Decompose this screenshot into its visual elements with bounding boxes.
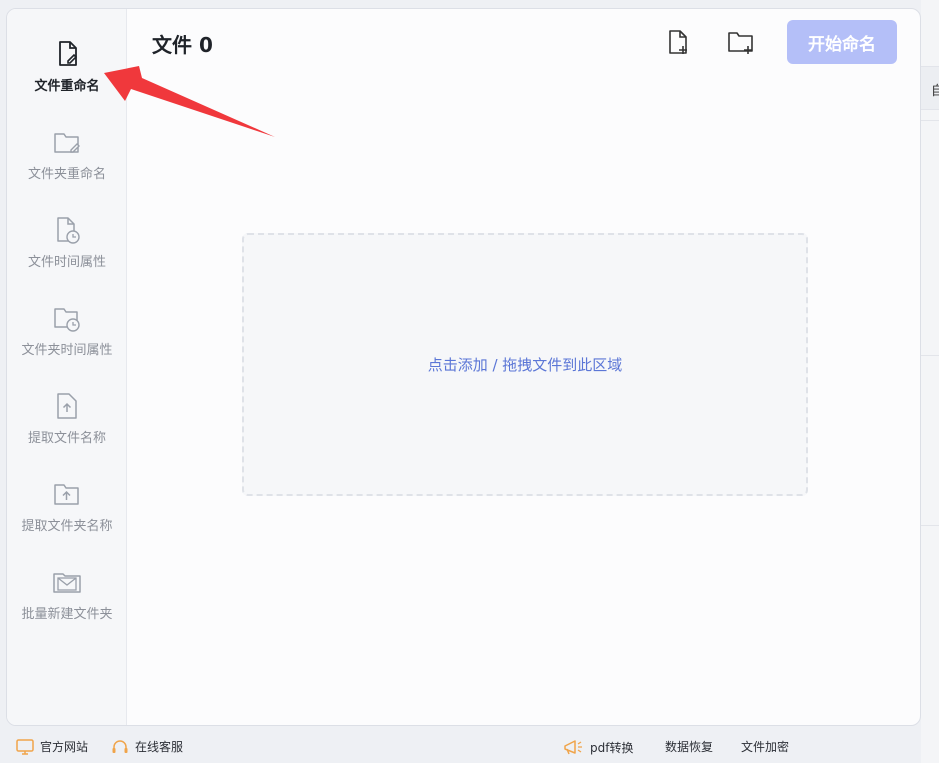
sidebar-item-folder-time[interactable]: 文件夹时间属性 <box>7 303 127 383</box>
sidebar-item-folder-rename[interactable]: 文件夹重命名 <box>7 127 127 207</box>
sidebar-item-label: 文件夹时间属性 <box>21 343 113 358</box>
folder-edit-icon <box>54 133 80 153</box>
folder-clock-icon <box>54 308 80 332</box>
app-window: 文件重命名 文件夹重命名 文件时间属性 文件夹时间属性 提取文件名称 提取文件夹… <box>6 8 921 726</box>
sidebar-item-batch-new-folder[interactable]: 批量新建文件夹 <box>7 567 127 647</box>
file-upload-icon <box>57 393 77 419</box>
right-panel-glyph: 自 <box>931 84 939 99</box>
headset-icon <box>112 739 128 753</box>
sidebar-item-label: 文件时间属性 <box>27 255 106 270</box>
footer-label: 在线客服 <box>135 740 184 754</box>
footer-label: 数据恢复 <box>665 740 714 754</box>
folder-mail-icon <box>53 573 81 593</box>
file-edit-icon <box>59 41 78 66</box>
file-plus-icon <box>669 30 687 54</box>
sidebar: 文件重命名 文件夹重命名 文件时间属性 文件夹时间属性 提取文件名称 提取文件夹… <box>7 9 127 725</box>
sidebar-item-label: 文件重命名 <box>34 79 100 94</box>
sidebar-item-extract-file-name[interactable]: 提取文件名称 <box>7 391 127 471</box>
footer-label: 文件加密 <box>741 740 790 754</box>
file-encrypt-link[interactable]: 文件加密 <box>741 738 789 755</box>
start-rename-button[interactable]: 开始命名 <box>787 20 897 64</box>
footer-bar: 官方网站 在线客服 pdf转换 数据恢复 文件加密 <box>0 730 939 763</box>
sidebar-item-file-rename[interactable]: 文件重命名 <box>7 39 127 119</box>
sidebar-item-label: 提取文件夹名称 <box>21 519 113 534</box>
folder-upload-icon <box>54 484 79 505</box>
file-drop-zone[interactable]: 点击添加 / 拖拽文件到此区域 <box>242 233 808 496</box>
add-file-button[interactable] <box>663 27 693 57</box>
monitor-icon <box>16 738 34 755</box>
sidebar-item-label: 文件夹重命名 <box>27 167 106 182</box>
sidebar-item-extract-folder-name[interactable]: 提取文件夹名称 <box>7 479 127 559</box>
divider <box>921 120 939 121</box>
data-recovery-link[interactable]: 数据恢复 <box>665 738 713 755</box>
folder-plus-icon <box>728 32 753 54</box>
drop-zone-hint: 点击添加 / 拖拽文件到此区域 <box>427 356 623 374</box>
footer-label: pdf转换 <box>590 740 634 755</box>
add-folder-button[interactable] <box>726 27 756 57</box>
online-support-link[interactable]: 在线客服 <box>111 738 183 755</box>
footer-label: 官方网站 <box>40 740 89 754</box>
main-area: 文件 0 开始命名 点击添加 / 拖拽文件到此区域 <box>128 9 920 725</box>
right-panel-edge: 自 <box>921 0 939 763</box>
sidebar-item-file-time[interactable]: 文件时间属性 <box>7 215 127 295</box>
divider <box>921 355 939 356</box>
pdf-convert-link[interactable]: pdf转换 <box>562 738 633 756</box>
official-website-link[interactable]: 官方网站 <box>16 738 88 755</box>
sidebar-item-label: 提取文件名称 <box>27 431 106 446</box>
divider <box>921 525 939 526</box>
file-clock-icon <box>57 217 80 244</box>
sidebar-item-label: 批量新建文件夹 <box>21 607 113 622</box>
megaphone-icon <box>564 740 582 755</box>
page-title: 文件 0 <box>152 33 213 57</box>
